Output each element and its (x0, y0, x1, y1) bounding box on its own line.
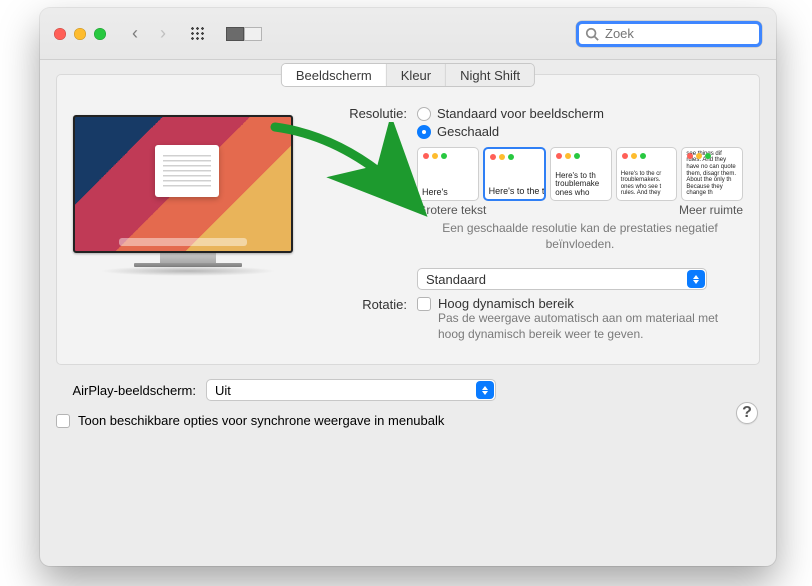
hdr-label: Hoog dynamisch bereik (438, 296, 574, 311)
toolbar: ‹ › (40, 8, 776, 60)
radio-default[interactable]: Standaard voor beeldscherm (417, 105, 743, 123)
menubar-checkbox-row[interactable]: Toon beschikbare opties voor synchrone w… (56, 413, 760, 428)
show-all-icon[interactable] (190, 26, 206, 42)
menubar-checkbox-label: Toon beschikbare opties voor synchrone w… (78, 413, 444, 428)
radio-default-label: Standaard voor beeldscherm (437, 105, 604, 123)
rotation-value: Standaard (426, 272, 486, 287)
content: Beeldscherm Kleur Night Shift Resolu (40, 60, 776, 438)
rotation-select[interactable]: Standaard (417, 268, 707, 290)
airplay-row: AirPlay-beeldscherm: Uit (56, 379, 760, 401)
airplay-label: AirPlay-beeldscherm: (56, 383, 206, 398)
scale-thumb-4[interactable]: Here's to the crazy one troublemakers. T… (681, 147, 743, 201)
rotation-label: Rotatie: (325, 296, 417, 314)
scale-thumb-0[interactable]: Here's (417, 147, 479, 201)
search-icon (585, 27, 599, 41)
tab-color[interactable]: Kleur (387, 64, 446, 86)
scale-thumb-2[interactable]: Here's to th troublemake ones who (550, 147, 612, 201)
caption-more-space: Meer ruimte (679, 203, 743, 217)
stepper-icon (687, 270, 705, 288)
zoom-icon[interactable] (94, 28, 106, 40)
resolution-label: Resolutie: (325, 105, 417, 123)
tab-nightshift[interactable]: Night Shift (446, 64, 534, 86)
caption-larger: Grotere tekst (417, 203, 486, 217)
radio-scaled[interactable]: Geschaald (417, 123, 743, 141)
prefs-window: ‹ › Beeldscherm Kleur Night Shift (40, 8, 776, 566)
hdr-hint: Pas de weergave automatisch aan om mater… (438, 311, 728, 342)
monitor-preview (73, 105, 303, 348)
hdr-checkbox[interactable]: Hoog dynamisch bereik (417, 296, 743, 311)
search-input[interactable] (605, 26, 753, 41)
minimize-icon[interactable] (74, 28, 86, 40)
appearance-swatches (226, 27, 262, 41)
back-button[interactable]: ‹ (132, 23, 138, 44)
window-controls (54, 28, 106, 40)
tab-display[interactable]: Beeldscherm (282, 64, 387, 86)
screen-preview (73, 115, 293, 253)
panel: Beeldscherm Kleur Night Shift Resolu (56, 74, 760, 365)
radio-scaled-label: Geschaald (437, 123, 499, 141)
nav-arrows: ‹ › (132, 23, 166, 44)
scaled-note: Een geschaalde resolutie kan de prestati… (417, 221, 743, 252)
airplay-value: Uit (215, 383, 231, 398)
settings-column: Resolutie: Standaard voor beeldscherm Ge… (325, 105, 743, 348)
forward-button[interactable]: › (160, 23, 166, 44)
airplay-select[interactable]: Uit (206, 379, 496, 401)
checkbox-icon (417, 297, 431, 311)
checkbox-icon (56, 414, 70, 428)
search-field[interactable] (576, 21, 762, 47)
scale-thumb-3[interactable]: Here's to the cr troublemakers. ones who… (616, 147, 678, 201)
scale-thumbs: Here's Here's to the troublen Here's to … (417, 147, 743, 201)
tab-bar: Beeldscherm Kleur Night Shift (281, 63, 535, 87)
scale-thumb-1[interactable]: Here's to the troublen (483, 147, 547, 201)
stepper-icon (476, 381, 494, 399)
radio-icon (417, 107, 431, 121)
radio-icon (417, 125, 431, 139)
swatch-light (244, 27, 262, 41)
close-icon[interactable] (54, 28, 66, 40)
swatch-dark (226, 27, 244, 41)
